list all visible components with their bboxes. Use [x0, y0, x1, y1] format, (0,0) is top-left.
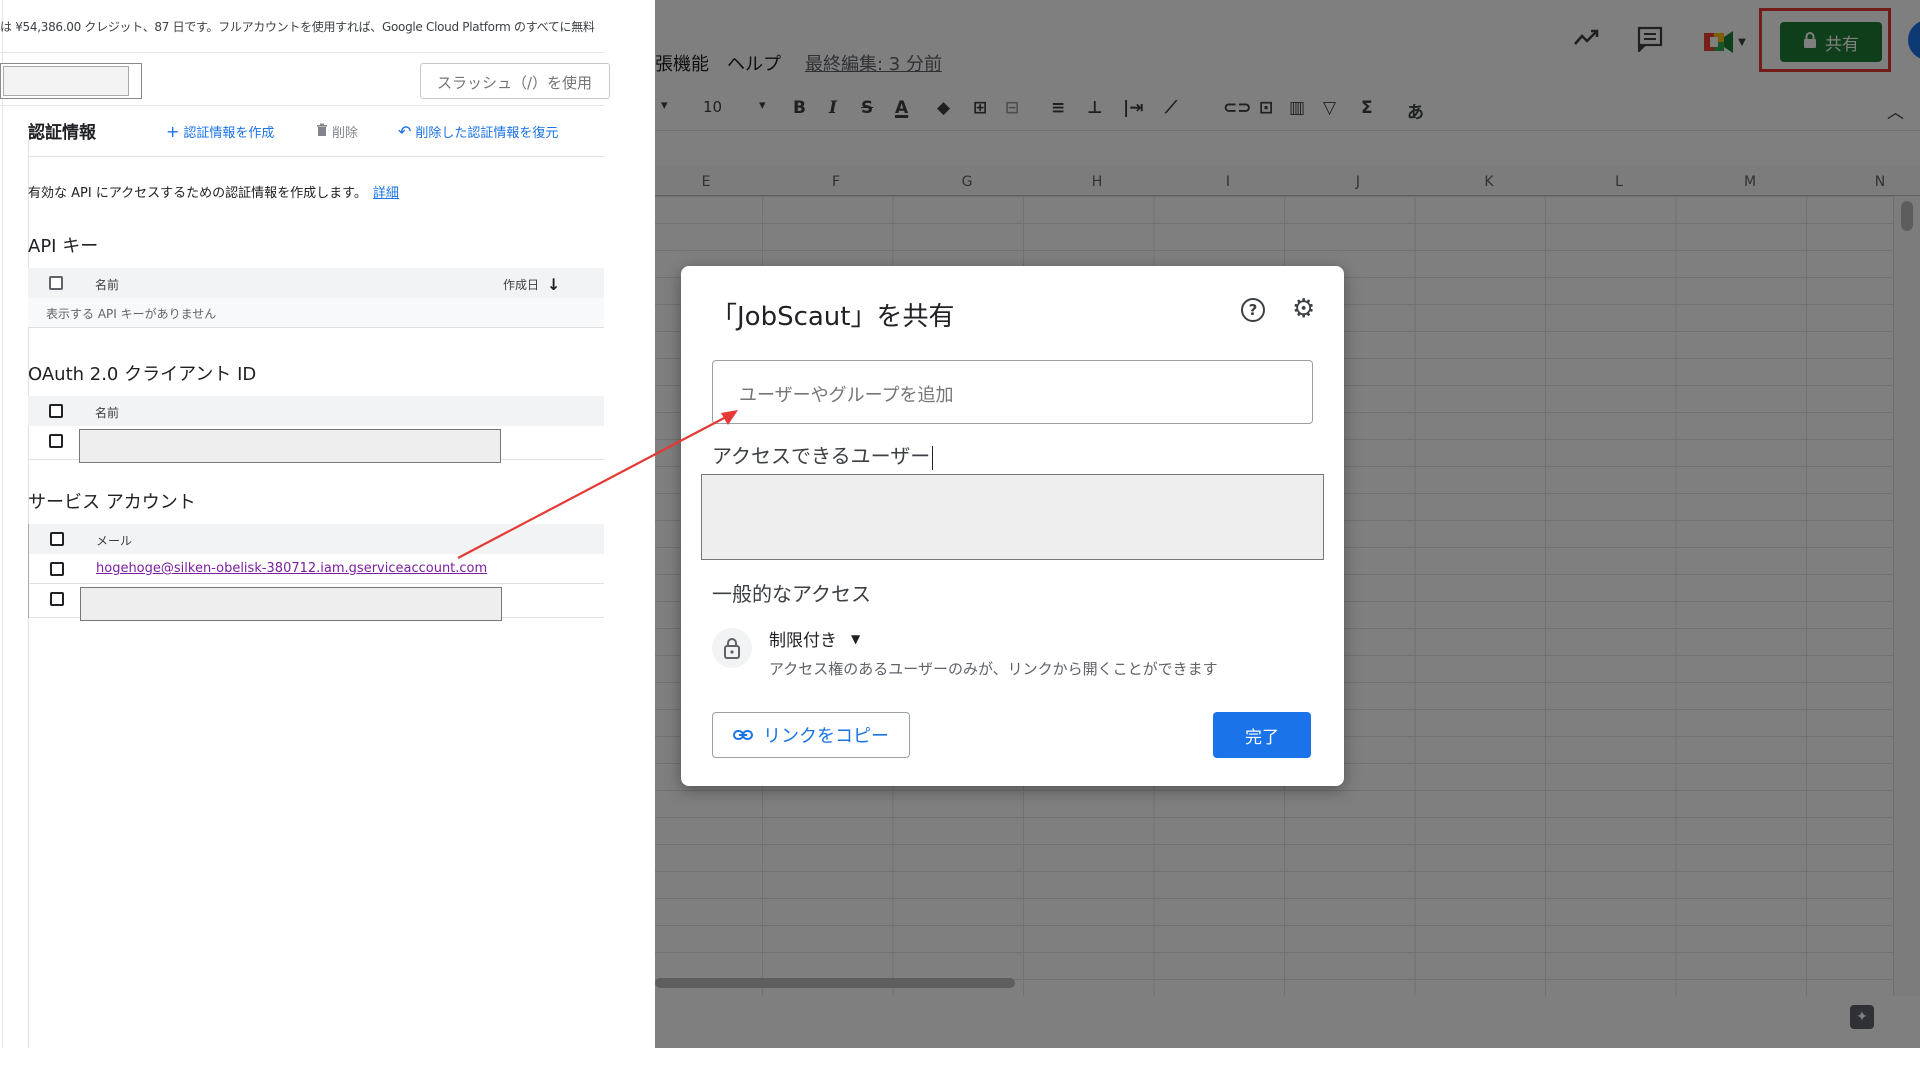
- share-dialog: 「JobScaut」を共有 ? ⚙ ユーザーやグループを追加 アクセスできるユー…: [681, 266, 1344, 786]
- access-description: アクセス権のあるユーザーのみが、リンクから開くことができます: [769, 660, 1218, 678]
- copy-link-label: リンクをコピー: [763, 726, 889, 747]
- trash-icon: [316, 123, 328, 140]
- divider: [28, 156, 604, 157]
- create-credentials-button[interactable]: + 認証情報を作成: [166, 122, 274, 141]
- redacted-client-name: [79, 429, 501, 463]
- intro-text: 有効な API にアクセスするための認証情報を作成します。 詳細: [28, 182, 399, 201]
- create-credentials-label: 認証情報を作成: [183, 126, 275, 141]
- row-checkbox[interactable]: [49, 434, 63, 448]
- table-row: [28, 426, 604, 463]
- delete-button[interactable]: 削除: [316, 122, 358, 141]
- dialog-title: 「JobScaut」を共有: [711, 302, 955, 332]
- access-level-dropdown[interactable]: 制限付き ▼: [769, 626, 860, 651]
- trial-banner: は ¥54,386.00 クレジット、87 日です。フルアカウントを使用すれば、…: [0, 20, 595, 34]
- api-keys-title: API キー: [28, 236, 99, 257]
- undo-icon: ↶: [398, 121, 412, 141]
- select-all-checkbox[interactable]: [49, 404, 63, 418]
- service-account-email-link[interactable]: hogehoge@silken-obelisk-380712.iam.gserv…: [96, 561, 487, 576]
- dropdown-arrow-icon: ▼: [851, 631, 861, 646]
- select-all-checkbox[interactable]: [49, 276, 63, 290]
- add-people-input[interactable]: ユーザーやグループを追加: [712, 360, 1313, 424]
- link-icon: [733, 725, 753, 746]
- redacted-user-list: [701, 474, 1324, 560]
- gear-icon[interactable]: ⚙: [1292, 294, 1315, 324]
- row-checkbox[interactable]: [50, 592, 64, 606]
- details-link[interactable]: 詳細: [373, 186, 399, 201]
- restore-deleted-button[interactable]: ↶ 削除した認証情報を復元: [398, 122, 558, 141]
- column-email[interactable]: メール: [96, 532, 132, 549]
- select-all-checkbox[interactable]: [50, 532, 64, 546]
- people-with-access-label: アクセスできるユーザー: [712, 440, 934, 470]
- column-created[interactable]: 作成日 ↓: [503, 275, 560, 294]
- table-row: [29, 584, 604, 621]
- row-checkbox[interactable]: [50, 562, 64, 576]
- oauth-table: 名前: [28, 396, 604, 463]
- empty-message: 表示する API キーがありません: [46, 307, 217, 321]
- restricted-lock-icon: [712, 628, 752, 668]
- service-accounts-table: メール hogehoge@silken-obelisk-380712.iam.g…: [28, 524, 604, 621]
- people-with-access-text: アクセスできるユーザー: [712, 444, 931, 468]
- column-name[interactable]: 名前: [95, 276, 119, 293]
- restore-deleted-label: 削除した認証情報を復元: [415, 126, 559, 141]
- help-icon[interactable]: ?: [1241, 298, 1265, 322]
- service-accounts-title: サービス アカウント: [28, 492, 196, 513]
- divider: [0, 105, 604, 106]
- copy-link-button[interactable]: リンクをコピー: [712, 712, 910, 758]
- redacted-account-email: [80, 587, 502, 621]
- done-button[interactable]: 完了: [1213, 712, 1311, 758]
- console-search-input[interactable]: スラッシュ（/）を使用: [420, 63, 610, 99]
- general-access-label: 一般的なアクセス: [712, 582, 871, 606]
- intro-sentence: 有効な API にアクセスするための認証情報を作成します。: [28, 186, 367, 201]
- page-title: 認証情報: [28, 123, 96, 143]
- table-header: メール: [29, 524, 604, 554]
- sort-down-arrow-icon: ↓: [547, 275, 561, 294]
- divider: [0, 52, 604, 53]
- delete-label: 削除: [332, 126, 359, 141]
- credentials-action-bar: 認証情報 + 認証情報を作成 削除 ↶ 削除した認証情報を復元: [28, 112, 604, 156]
- table-row: 表示する API キーがありません: [28, 298, 604, 328]
- api-keys-table: 名前 作成日 ↓ 表示する API キーがありません: [28, 268, 604, 328]
- table-row: hogehoge@silken-obelisk-380712.iam.gserv…: [29, 554, 604, 584]
- project-selector-redacted: [3, 66, 129, 96]
- cloud-console-panel: は ¥54,386.00 クレジット、87 日です。フルアカウントを使用すれば、…: [0, 0, 655, 1048]
- panel-border: [2, 0, 3, 1048]
- oauth-title: OAuth 2.0 クライアント ID: [28, 364, 257, 385]
- text-cursor: [932, 445, 934, 470]
- project-selector[interactable]: [0, 63, 142, 99]
- table-header: 名前 作成日 ↓: [28, 268, 604, 298]
- plus-icon: +: [166, 121, 180, 141]
- column-created-label: 作成日: [503, 278, 540, 292]
- column-name[interactable]: 名前: [95, 404, 119, 421]
- access-level-value: 制限付き: [769, 631, 837, 651]
- table-header: 名前: [28, 396, 604, 426]
